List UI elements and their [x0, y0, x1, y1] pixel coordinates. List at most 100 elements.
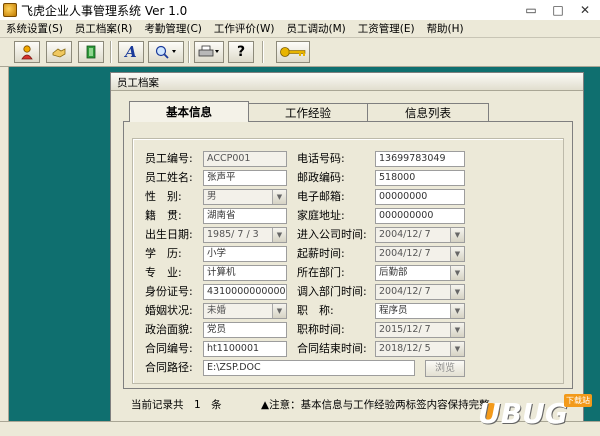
watermark-logo: UBUG 下载站 — [468, 394, 594, 432]
department-value: 后勤部 — [379, 267, 408, 278]
menu-employee-transfer[interactable]: 员工调动(M) — [280, 21, 351, 36]
title-bar: 飞虎企业人事管理系统 Ver 1.0 ▭ □ ✕ — [0, 0, 600, 21]
print-button[interactable] — [194, 41, 224, 63]
title-date-value: 2015/12/ 7 — [379, 324, 431, 335]
phone-label: 电话号码: — [297, 152, 345, 165]
birth-date-picker[interactable]: 1985/ 7 / 3 ▼ — [203, 227, 287, 243]
gender-value: 男 — [207, 191, 217, 202]
minimize-button[interactable]: ▭ — [518, 0, 544, 20]
transfer-date-label: 调入部门时间: — [297, 285, 367, 298]
chevron-down-icon[interactable]: ▼ — [272, 228, 286, 242]
tab-basic-info[interactable]: 基本信息 — [129, 101, 249, 122]
menu-work-evaluation[interactable]: 工作评价(W) — [208, 21, 281, 36]
help-button[interactable]: ? — [228, 41, 254, 63]
font-icon: A — [125, 43, 137, 61]
exit-door-icon — [86, 45, 96, 59]
email-label: 电子邮箱: — [297, 190, 345, 203]
chevron-down-icon[interactable]: ▼ — [450, 285, 464, 299]
menu-attendance[interactable]: 考勤管理(C) — [138, 21, 208, 36]
home-address-label: 家庭地址: — [297, 209, 345, 222]
contract-number-label: 合同编号: — [145, 342, 193, 355]
exit-button[interactable] — [78, 41, 104, 63]
watermark-badge: 下载站 — [564, 394, 592, 407]
person-button[interactable] — [14, 41, 40, 63]
phone-field[interactable]: 13699783049 — [375, 151, 465, 167]
employee-id-field[interactable]: ACCP001 — [203, 151, 287, 167]
email-field[interactable]: 00000000 — [375, 189, 465, 205]
left-rail — [0, 67, 9, 422]
salary-start-label: 起薪时间: — [297, 247, 345, 260]
gender-label: 性 别: — [145, 190, 182, 203]
home-address-field[interactable]: 000000000 — [375, 208, 465, 224]
toolbar: A ? — [0, 38, 600, 67]
chevron-down-icon[interactable]: ▼ — [272, 190, 286, 204]
marital-status-select[interactable]: 未婚 ▼ — [203, 303, 287, 319]
job-title-select[interactable]: 程序员 ▼ — [375, 303, 465, 319]
education-label: 学 历: — [145, 247, 182, 260]
notice-text: ▲注意：基本信息与工作经验两标签内容保持完整 — [261, 399, 490, 411]
app-icon — [3, 3, 17, 17]
handshake-button[interactable] — [46, 41, 72, 63]
marital-status-label: 婚姻状况: — [145, 304, 193, 317]
postal-code-label: 邮政编码: — [297, 171, 345, 184]
political-status-field[interactable]: 党员 — [203, 322, 287, 338]
menu-system-settings[interactable]: 系统设置(S) — [0, 21, 69, 36]
id-card-label: 身份证号: — [145, 285, 193, 298]
department-label: 所在部门: — [297, 266, 345, 279]
education-field[interactable]: 小学 — [203, 246, 287, 262]
chevron-down-icon[interactable]: ▼ — [450, 323, 464, 337]
chevron-down-icon[interactable]: ▼ — [450, 266, 464, 280]
employee-id-label: 员工编号: — [145, 152, 193, 165]
chevron-down-icon[interactable]: ▼ — [450, 228, 464, 242]
key-button[interactable] — [276, 41, 310, 63]
id-card-field[interactable]: 431000000000000000 — [203, 284, 287, 300]
contract-path-field[interactable]: E:\ZSP.DOC — [203, 360, 415, 376]
key-icon — [280, 47, 306, 57]
font-button[interactable]: A — [118, 41, 144, 63]
basic-info-panel: 员工编号: ACCP001 员工姓名: 张声平 性 别: 男 ▼ 籍 贯: 湖南省… — [123, 121, 573, 389]
tab-work-experience[interactable]: 工作经验 — [248, 103, 368, 122]
major-label: 专 业: — [145, 266, 182, 279]
window-title: 飞虎企业人事管理系统 Ver 1.0 — [21, 3, 188, 18]
title-date-picker[interactable]: 2015/12/ 7 ▼ — [375, 322, 465, 338]
transfer-date-picker[interactable]: 2004/12/ 7 ▼ — [375, 284, 465, 300]
chevron-down-icon[interactable]: ▼ — [272, 304, 286, 318]
join-date-label: 进入公司时间: — [297, 228, 367, 241]
printer-icon — [198, 45, 219, 57]
join-date-picker[interactable]: 2004/12/ 7 ▼ — [375, 227, 465, 243]
gender-select[interactable]: 男 ▼ — [203, 189, 287, 205]
menu-salary[interactable]: 工资管理(E) — [352, 21, 421, 36]
major-field[interactable]: 计算机 — [203, 265, 287, 281]
department-select[interactable]: 后勤部 ▼ — [375, 265, 465, 281]
find-button[interactable] — [148, 41, 184, 63]
salary-start-picker[interactable]: 2004/12/ 7 ▼ — [375, 246, 465, 262]
tab-info-list[interactable]: 信息列表 — [367, 103, 489, 122]
chevron-down-icon[interactable]: ▼ — [450, 304, 464, 318]
toolbar-separator — [262, 41, 264, 63]
close-button[interactable]: ✕ — [572, 0, 598, 20]
chevron-down-icon[interactable]: ▼ — [450, 342, 464, 356]
contract-end-picker[interactable]: 2018/12/ 5 ▼ — [375, 341, 465, 357]
child-window-titlebar: 员工档案 — [111, 73, 583, 91]
employee-records-window: 员工档案 基本信息 工作经验 信息列表 员工编号: ACCP001 员工姓名: … — [110, 72, 584, 436]
marital-status-value: 未婚 — [207, 305, 227, 316]
menu-help[interactable]: 帮助(H) — [421, 21, 470, 36]
browse-button[interactable]: 浏览 — [425, 360, 465, 377]
employee-name-label: 员工姓名: — [145, 171, 193, 184]
job-title-value: 程序员 — [379, 305, 408, 316]
help-icon: ? — [236, 44, 246, 60]
find-icon — [155, 45, 176, 59]
contract-number-field[interactable]: ht1100001 — [203, 341, 287, 357]
toolbar-separator — [188, 41, 190, 63]
postal-code-field[interactable]: 518000 — [375, 170, 465, 186]
chevron-down-icon[interactable]: ▼ — [450, 247, 464, 261]
maximize-button[interactable]: □ — [545, 0, 571, 20]
birth-date-value: 1985/ 7 / 3 — [207, 229, 259, 240]
menu-employee-records[interactable]: 员工档案(R) — [69, 21, 139, 36]
toolbar-separator — [110, 41, 112, 63]
job-title-label: 职 称: — [297, 304, 334, 317]
political-status-label: 政治面貌: — [145, 323, 193, 336]
basic-info-group: 员工编号: ACCP001 员工姓名: 张声平 性 别: 男 ▼ 籍 贯: 湖南省… — [132, 138, 564, 384]
employee-name-field[interactable]: 张声平 — [203, 170, 287, 186]
native-place-field[interactable]: 湖南省 — [203, 208, 287, 224]
